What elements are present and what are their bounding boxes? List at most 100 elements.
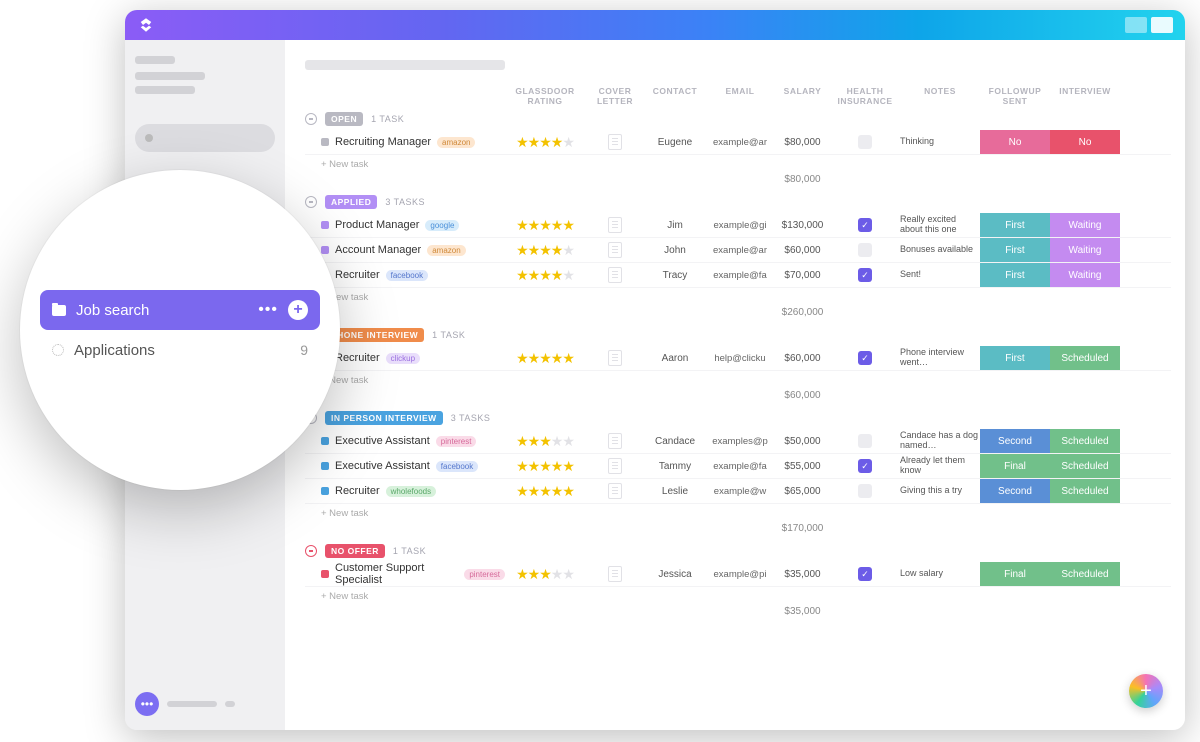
company-tag[interactable]: amazon <box>427 245 465 256</box>
task-title[interactable]: Executive Assistant <box>335 460 430 472</box>
followup-pill[interactable]: Final <box>980 562 1050 586</box>
followup-pill[interactable]: First <box>980 213 1050 237</box>
cover-letter-cell[interactable] <box>585 242 645 258</box>
rating-stars[interactable]: ★★★★★ <box>505 242 585 259</box>
checkbox-icon[interactable] <box>858 484 872 498</box>
contact-cell[interactable]: Leslie <box>645 486 705 497</box>
followup-pill[interactable]: Final <box>980 454 1050 478</box>
checkbox-icon[interactable]: ✓ <box>858 459 872 473</box>
col-header[interactable]: COVER LETTER <box>585 86 645 106</box>
cover-letter-cell[interactable] <box>585 433 645 449</box>
company-tag[interactable]: wholefoods <box>386 486 436 497</box>
followup-pill[interactable]: Second <box>980 429 1050 453</box>
new-task-button[interactable]: + New task <box>305 587 1171 606</box>
rating-stars[interactable]: ★★★★★ <box>505 458 585 475</box>
followup-pill[interactable]: No <box>980 130 1050 154</box>
task-title[interactable]: Recruiter <box>335 269 380 281</box>
rating-stars[interactable]: ★★★★★ <box>505 267 585 284</box>
contact-cell[interactable]: Aaron <box>645 353 705 364</box>
task-row[interactable]: Customer Support Specialist pinterest ★★… <box>305 562 1171 587</box>
cover-letter-cell[interactable] <box>585 566 645 582</box>
status-chip[interactable]: NO OFFER <box>325 544 385 558</box>
salary-cell[interactable]: $35,000 <box>775 569 830 580</box>
task-row[interactable]: Executive Assistant facebook ★★★★★ Tammy… <box>305 454 1171 479</box>
company-tag[interactable]: google <box>425 220 459 231</box>
task-row[interactable]: Product Manager google ★★★★★ Jim example… <box>305 213 1171 238</box>
cover-letter-cell[interactable] <box>585 458 645 474</box>
email-cell[interactable]: example@fa <box>705 270 775 281</box>
cover-letter-cell[interactable] <box>585 483 645 499</box>
sidebar-folder-job-search[interactable]: Job search ••• + <box>40 290 320 330</box>
fab-add-button[interactable]: + <box>1129 674 1163 708</box>
salary-cell[interactable]: $50,000 <box>775 436 830 447</box>
status-square-icon[interactable] <box>321 462 329 470</box>
status-square-icon[interactable] <box>321 437 329 445</box>
salary-cell[interactable]: $70,000 <box>775 270 830 281</box>
followup-pill[interactable]: First <box>980 346 1050 370</box>
company-tag[interactable]: amazon <box>437 137 475 148</box>
new-task-button[interactable]: + New task <box>305 504 1171 523</box>
rating-stars[interactable]: ★★★★★ <box>505 217 585 234</box>
salary-cell[interactable]: $60,000 <box>775 353 830 364</box>
col-header[interactable]: GLASSDOOR RATING <box>505 86 585 106</box>
task-title[interactable]: Recruiter <box>335 485 380 497</box>
health-insurance-cell[interactable]: ✓ <box>830 268 900 282</box>
notes-cell[interactable]: Bonuses available <box>900 245 980 255</box>
task-title[interactable]: Executive Assistant <box>335 435 430 447</box>
task-row[interactable]: Executive Assistant pinterest ★★★★★ Cand… <box>305 429 1171 454</box>
status-square-icon[interactable] <box>321 138 329 146</box>
collapse-icon[interactable] <box>305 196 317 208</box>
cover-letter-cell[interactable] <box>585 134 645 150</box>
salary-cell[interactable]: $65,000 <box>775 486 830 497</box>
rating-stars[interactable]: ★★★★★ <box>505 350 585 367</box>
status-chip[interactable]: IN PERSON INTERVIEW <box>325 411 443 425</box>
contact-cell[interactable]: Candace <box>645 436 705 447</box>
cover-letter-cell[interactable] <box>585 350 645 366</box>
new-task-button[interactable]: + New task <box>305 155 1171 174</box>
contact-cell[interactable]: Eugene <box>645 137 705 148</box>
status-chip[interactable]: APPLIED <box>325 195 377 209</box>
more-icon[interactable]: ••• <box>258 301 278 319</box>
window-minimize-button[interactable] <box>1125 17 1147 33</box>
interview-pill[interactable]: Waiting <box>1050 238 1120 262</box>
notes-cell[interactable]: Already let them know <box>900 456 980 476</box>
status-square-icon[interactable] <box>321 487 329 495</box>
interview-pill[interactable]: Waiting <box>1050 263 1120 287</box>
task-title[interactable]: Product Manager <box>335 219 419 231</box>
task-title[interactable]: Recruiting Manager <box>335 136 431 148</box>
task-row[interactable]: Recruiter clickup ★★★★★ Aaron help@click… <box>305 346 1171 371</box>
interview-pill[interactable]: Scheduled <box>1050 429 1120 453</box>
add-icon[interactable]: + <box>288 300 308 320</box>
new-task-button[interactable]: + New task <box>305 371 1171 390</box>
salary-cell[interactable]: $80,000 <box>775 137 830 148</box>
contact-cell[interactable]: Jim <box>645 220 705 231</box>
rating-stars[interactable]: ★★★★★ <box>505 566 585 583</box>
checkbox-icon[interactable]: ✓ <box>858 268 872 282</box>
health-insurance-cell[interactable]: ✓ <box>830 459 900 473</box>
salary-cell[interactable]: $55,000 <box>775 461 830 472</box>
company-tag[interactable]: pinterest <box>436 436 477 447</box>
salary-cell[interactable]: $60,000 <box>775 245 830 256</box>
email-cell[interactable]: help@clicku <box>705 353 775 364</box>
followup-pill[interactable]: Second <box>980 479 1050 503</box>
contact-cell[interactable]: Tracy <box>645 270 705 281</box>
checkbox-icon[interactable]: ✓ <box>858 218 872 232</box>
health-insurance-cell[interactable]: ✓ <box>830 218 900 232</box>
interview-pill[interactable]: Scheduled <box>1050 562 1120 586</box>
rating-stars[interactable]: ★★★★★ <box>505 134 585 151</box>
status-chip[interactable]: OPEN <box>325 112 363 126</box>
health-insurance-cell[interactable]: ✓ <box>830 351 900 365</box>
contact-cell[interactable]: Tammy <box>645 461 705 472</box>
contact-cell[interactable]: John <box>645 245 705 256</box>
chat-icon[interactable]: ••• <box>135 692 159 716</box>
checkbox-icon[interactable]: ✓ <box>858 567 872 581</box>
health-insurance-cell[interactable] <box>830 135 900 149</box>
contact-cell[interactable]: Jessica <box>645 569 705 580</box>
rating-stars[interactable]: ★★★★★ <box>505 433 585 450</box>
task-row[interactable]: Account Manager amazon ★★★★★ John exampl… <box>305 238 1171 263</box>
company-tag[interactable]: facebook <box>386 270 428 281</box>
email-cell[interactable]: example@gi <box>705 220 775 231</box>
window-maximize-button[interactable] <box>1151 17 1173 33</box>
new-task-button[interactable]: + New task <box>305 288 1171 307</box>
notes-cell[interactable]: Really excited about this one <box>900 215 980 235</box>
